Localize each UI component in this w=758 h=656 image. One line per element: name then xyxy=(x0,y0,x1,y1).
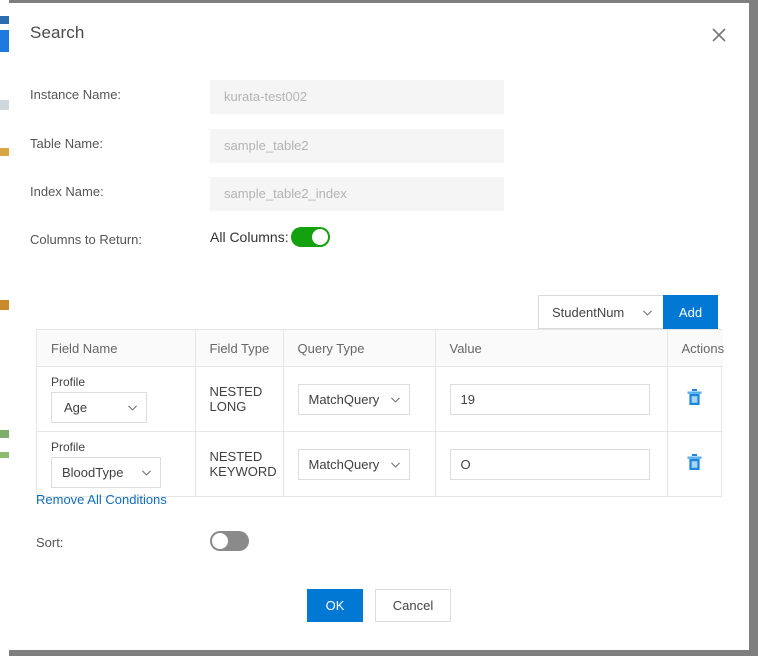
table-name-label: Table Name: xyxy=(30,136,103,151)
delete-condition-button[interactable] xyxy=(686,388,703,410)
chevron-down-icon xyxy=(643,310,652,316)
cell-actions xyxy=(667,366,723,432)
field-type-value: NESTED LONG xyxy=(209,384,263,414)
form-row-index-name: Index Name: xyxy=(9,177,749,211)
field-type-value: NESTED KEYWORD xyxy=(209,449,277,479)
query-type-dropdown[interactable]: MatchQuery xyxy=(297,383,410,415)
cell-query-type: MatchQuery xyxy=(283,431,436,496)
field-name-dropdown[interactable]: BloodType xyxy=(51,456,161,488)
column-header-field-name: Field Name xyxy=(37,330,196,367)
query-type-value: MatchQuery xyxy=(308,456,380,472)
cell-value xyxy=(435,366,668,432)
field-name-value: Age xyxy=(64,399,88,415)
parent-field-label: Profile xyxy=(51,374,86,389)
instance-name-label: Instance Name: xyxy=(30,87,122,102)
columns-to-return-label: Columns to Return: xyxy=(30,232,142,247)
all-columns-label: All Columns: xyxy=(210,229,289,245)
table-row: Profile Age NESTED LONG MatchQuery 19 xyxy=(37,366,723,432)
column-header-field-type: Field Type xyxy=(195,330,284,367)
chevron-down-icon xyxy=(128,405,137,411)
add-condition-bar: StudentNum Add xyxy=(538,295,718,329)
ok-button[interactable]: OK xyxy=(307,589,363,622)
trash-icon xyxy=(687,389,701,405)
search-dialog: Search Instance Name: Table Name: Index … xyxy=(9,3,749,650)
form-row-instance-name: Instance Name: xyxy=(9,80,749,114)
field-select-dropdown[interactable]: StudentNum xyxy=(538,295,663,329)
remove-all-conditions-link[interactable]: Remove All Conditions xyxy=(36,492,167,507)
sort-toggle[interactable] xyxy=(210,531,249,551)
all-columns-toggle[interactable] xyxy=(290,227,330,247)
column-header-actions: Actions xyxy=(667,330,724,367)
sort-toggle-wrap xyxy=(210,531,249,556)
cell-field-name: Profile BloodType xyxy=(37,431,196,496)
instance-name-input[interactable] xyxy=(210,80,504,114)
index-name-input[interactable] xyxy=(210,177,504,211)
query-type-value: MatchQuery xyxy=(308,391,380,407)
parent-field-label: Profile xyxy=(51,439,86,454)
form-row-sort: Sort: xyxy=(9,526,749,560)
all-columns-group: All Columns: xyxy=(210,227,330,247)
sort-label: Sort: xyxy=(36,535,64,550)
field-name-value: BloodType xyxy=(62,464,124,480)
index-name-label: Index Name: xyxy=(30,184,104,199)
query-type-dropdown[interactable]: MatchQuery xyxy=(297,448,410,480)
chevron-down-icon xyxy=(390,397,400,403)
conditions-table: Field Name Field Type Query Type Value A… xyxy=(36,329,724,497)
delete-condition-button[interactable] xyxy=(686,453,703,475)
column-header-value: Value xyxy=(435,330,668,367)
field-name-dropdown[interactable]: Age xyxy=(51,391,147,423)
cell-value xyxy=(435,431,668,496)
dialog-footer: OK Cancel xyxy=(9,589,749,622)
field-select-value: StudentNum xyxy=(552,304,625,320)
column-header-query-type: Query Type xyxy=(283,330,436,367)
cell-field-type: NESTED LONG xyxy=(195,366,284,432)
condition-value-input[interactable] xyxy=(449,448,650,480)
trash-icon xyxy=(687,454,701,470)
cell-field-type: NESTED KEYWORD xyxy=(195,431,284,496)
form-row-columns-to-return: Columns to Return: All Columns: xyxy=(9,225,749,259)
table-name-input[interactable] xyxy=(210,129,504,163)
condition-value-input[interactable] xyxy=(449,383,650,415)
background-page-strip xyxy=(0,0,9,656)
cell-query-type: MatchQuery xyxy=(283,366,436,432)
cell-field-name: Profile Age xyxy=(37,366,196,432)
cell-actions xyxy=(667,432,723,497)
dialog-title: Search xyxy=(30,23,85,42)
table-row: Profile BloodType NESTED KEYWORD MatchQu… xyxy=(37,431,723,497)
form-row-table-name: Table Name: xyxy=(9,129,749,163)
chevron-down-icon xyxy=(142,470,151,476)
close-icon[interactable] xyxy=(705,21,733,49)
table-header-row: Field Name Field Type Query Type Value A… xyxy=(37,330,724,367)
cancel-button[interactable]: Cancel xyxy=(375,589,451,622)
chevron-down-icon xyxy=(390,462,400,468)
add-condition-button[interactable]: Add xyxy=(663,295,718,329)
